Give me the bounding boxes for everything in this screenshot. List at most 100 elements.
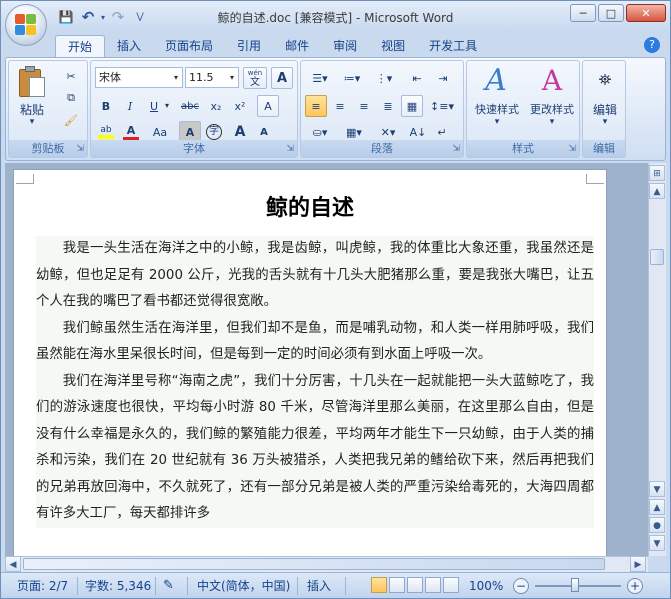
status-separator	[77, 577, 78, 595]
subscript-button[interactable]: x₂	[205, 95, 227, 117]
draft-view-icon[interactable]	[443, 577, 459, 593]
full-screen-reading-view-icon[interactable]	[389, 577, 405, 593]
paragraph-dialog-launcher-icon[interactable]: ⇲	[452, 144, 460, 154]
paste-icon[interactable]	[17, 65, 47, 99]
word-count-status[interactable]: 字数: 5,346	[85, 578, 151, 594]
outline-view-icon[interactable]	[425, 577, 441, 593]
justify-icon[interactable]: ≣	[377, 95, 399, 117]
font-dialog-launcher-icon[interactable]: ⇲	[286, 144, 294, 154]
format-painter-icon[interactable]: 🖌	[61, 109, 81, 131]
paragraph-group: ☰▾ ≔▾ ⋮▾ ⇤ ⇥ ≡ ≡ ≡ ≣ ▦ ↕≡▾ ⛀▾ ▦▾ ✕▾ A↓ ↵…	[300, 60, 464, 158]
editing-group: ⛯ 编辑 ▾ 编辑	[582, 60, 626, 158]
clipboard-dialog-launcher-icon[interactable]: ⇲	[76, 144, 84, 154]
window-controls: ─ □ ✕	[570, 4, 666, 22]
previous-page-icon[interactable]: ▲	[649, 499, 665, 515]
decrease-indent-icon[interactable]: ⇤	[405, 67, 429, 89]
font-group-label: 字体	[91, 140, 297, 157]
bullets-icon[interactable]: ☰▾	[305, 67, 335, 89]
ruler-toggle-icon[interactable]: ⊞	[649, 165, 665, 181]
editing-button[interactable]: 编辑	[583, 101, 627, 118]
font-name-combobox[interactable]: 宋体 ▾	[95, 67, 183, 88]
align-center-icon[interactable]: ≡	[329, 95, 351, 117]
tab-page-layout[interactable]: 页面布局	[153, 35, 225, 57]
page-count-status[interactable]: 页面: 2/7	[17, 578, 68, 594]
insert-mode-status[interactable]: 插入	[307, 578, 331, 594]
paste-button[interactable]: 粘贴	[11, 101, 53, 118]
clear-formatting-button[interactable]: A	[257, 95, 279, 117]
spelling-check-icon[interactable]: ✎	[163, 578, 174, 594]
copy-icon[interactable]: ⧉	[61, 87, 81, 109]
word-window: 💾 ↶ ▾ ↷ ⋁ 鲸的自述.doc [兼容模式] - Microsoft Wo…	[0, 0, 671, 599]
horizontal-scrollbar[interactable]: ◀ ▶	[5, 556, 648, 572]
maximize-button[interactable]: □	[598, 4, 624, 22]
horizontal-scroll-thumb[interactable]	[23, 558, 605, 570]
page-corner-marker	[586, 174, 604, 184]
italic-button[interactable]: I	[119, 95, 141, 117]
bold-button[interactable]: B	[95, 95, 117, 117]
zoom-level[interactable]: 100%	[469, 578, 503, 594]
underline-button[interactable]: U	[143, 95, 165, 117]
editing-dropdown-icon[interactable]: ▾	[583, 117, 627, 127]
close-button[interactable]: ✕	[626, 4, 666, 22]
scroll-up-icon[interactable]: ▲	[649, 183, 665, 199]
change-styles-button[interactable]: 更改样式	[525, 101, 579, 117]
minimize-button[interactable]: ─	[570, 4, 596, 22]
zoom-slider-handle[interactable]	[571, 578, 579, 592]
zoom-out-button[interactable]: −	[513, 578, 529, 594]
print-layout-view-icon[interactable]	[371, 577, 387, 593]
zoom-in-button[interactable]: +	[627, 578, 643, 594]
styles-dialog-launcher-icon[interactable]: ⇲	[568, 144, 576, 154]
align-right-icon[interactable]: ≡	[353, 95, 375, 117]
page-corner-marker	[16, 174, 34, 184]
vertical-scrollbar[interactable]: ⊞ ▲ ▼ ▲ ● ▼	[648, 163, 666, 556]
help-icon[interactable]: ?	[644, 37, 660, 53]
paste-dropdown-icon[interactable]: ▾	[11, 117, 53, 127]
change-styles-icon[interactable]: A	[535, 63, 569, 99]
language-status[interactable]: 中文(简体，中国)	[197, 578, 290, 594]
paragraph: 我是一头生活在海洋之中的小鲸，我是齿鲸，叫虎鲸，我的体重比大象还重，我虽然还是幼…	[36, 241, 594, 309]
change-styles-dropdown-icon[interactable]: ▾	[525, 117, 579, 127]
phonetic-guide-button[interactable]: wén 文	[243, 67, 267, 89]
distributed-icon[interactable]: ▦	[401, 95, 423, 117]
web-layout-view-icon[interactable]	[407, 577, 423, 593]
tab-mailings[interactable]: 邮件	[273, 35, 321, 57]
superscript-button[interactable]: x²	[229, 95, 251, 117]
status-separator	[297, 577, 298, 595]
vertical-scroll-thumb[interactable]	[650, 249, 664, 265]
document-title: 鲸的自述	[265, 195, 354, 221]
tab-review[interactable]: 审阅	[321, 35, 369, 57]
strikethrough-button[interactable]: abc	[177, 95, 203, 117]
next-page-icon[interactable]: ▼	[649, 535, 665, 551]
multilevel-list-icon[interactable]: ⋮▾	[369, 67, 399, 89]
tab-insert[interactable]: 插入	[105, 35, 153, 57]
quick-styles-icon[interactable]: A	[481, 63, 511, 99]
document-page[interactable]: 鲸的自述 我是一头生活在海洋之中的小鲸，我是齿鲸，叫虎鲸，我的体重比大象还重，我…	[13, 169, 607, 556]
align-left-icon[interactable]: ≡	[305, 95, 327, 117]
editing-group-label: 编辑	[583, 140, 625, 157]
status-bar: 页面: 2/7 字数: 5,346 ✎ 中文(简体，中国) 插入 100% − …	[1, 572, 670, 598]
tab-view[interactable]: 视图	[369, 35, 417, 57]
office-button[interactable]	[5, 4, 47, 46]
font-size-combobox[interactable]: 11.5 ▾	[185, 67, 239, 88]
ribbon-tabs: 开始 插入 页面布局 引用 邮件 审阅 视图 开发工具	[55, 33, 489, 57]
find-binoculars-icon[interactable]: ⛯	[593, 67, 617, 93]
line-spacing-icon[interactable]: ↕≡▾	[427, 95, 457, 117]
document-body[interactable]: 我是一头生活在海洋之中的小鲸，我是齿鲸，叫虎鲸，我的体重比大象还重，我虽然还是幼…	[36, 236, 594, 528]
cut-icon[interactable]: ✂	[61, 65, 81, 87]
char-border-button[interactable]: A	[271, 67, 293, 89]
tab-home[interactable]: 开始	[55, 35, 106, 57]
paragraph-group-label: 段落	[301, 140, 463, 157]
scroll-left-icon[interactable]: ◀	[5, 556, 21, 572]
quick-styles-dropdown-icon[interactable]: ▾	[471, 117, 523, 127]
select-browse-object-icon[interactable]: ●	[649, 517, 665, 533]
tab-references[interactable]: 引用	[225, 35, 273, 57]
increase-indent-icon[interactable]: ⇥	[431, 67, 455, 89]
font-size-dropdown-icon[interactable]: ▾	[226, 68, 238, 87]
font-name-dropdown-icon[interactable]: ▾	[170, 68, 182, 87]
scroll-down-icon[interactable]: ▼	[649, 481, 665, 497]
tab-developer[interactable]: 开发工具	[417, 35, 489, 57]
quick-styles-button[interactable]: 快速样式	[471, 101, 523, 117]
numbering-icon[interactable]: ≔▾	[337, 67, 367, 89]
scroll-right-icon[interactable]: ▶	[630, 556, 646, 572]
underline-dropdown-icon[interactable]: ▾	[165, 101, 169, 110]
